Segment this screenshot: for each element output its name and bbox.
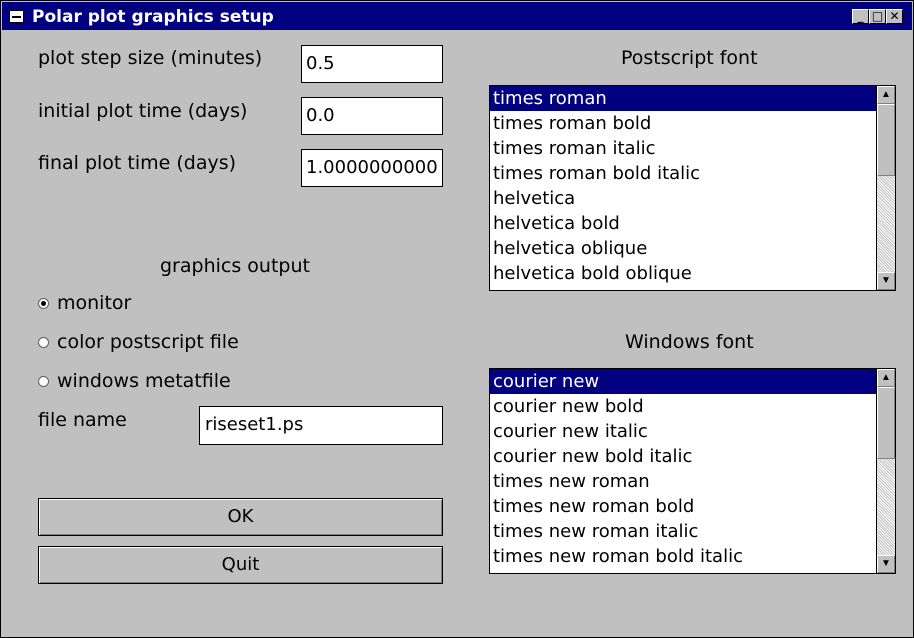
file-name-input[interactable]: riseset1.ps — [199, 406, 443, 445]
scroll-down-icon[interactable]: ▼ — [877, 272, 895, 290]
radio-color-postscript-label: color postscript file — [57, 331, 239, 353]
radio-monitor[interactable]: monitor — [38, 292, 131, 314]
radio-color-postscript[interactable]: color postscript file — [38, 331, 239, 353]
postscript-font-item[interactable]: times roman bold — [490, 111, 876, 136]
system-menu-icon[interactable] — [9, 10, 24, 23]
postscript-font-item[interactable]: helvetica — [490, 186, 876, 211]
scroll-thumb[interactable] — [877, 104, 895, 176]
close-button[interactable]: ✕ — [886, 9, 903, 24]
postscript-font-scrollbar[interactable]: ▲ ▼ — [876, 86, 895, 290]
final-time-input[interactable]: 1.0000000000 — [301, 149, 443, 187]
radio-windows-metafile[interactable]: windows metatfile — [38, 370, 231, 392]
windows-font-scrollbar[interactable]: ▲ ▼ — [876, 369, 895, 573]
scroll-up-icon[interactable]: ▲ — [877, 86, 895, 104]
graphics-output-heading: graphics output — [160, 255, 310, 277]
postscript-font-item[interactable]: times roman italic — [490, 136, 876, 161]
file-name-label: file name — [38, 409, 127, 431]
radio-checked-icon — [38, 298, 49, 309]
radio-unchecked-icon — [38, 376, 49, 387]
windows-font-item[interactable]: courier new bold italic — [490, 444, 876, 469]
windows-font-list[interactable]: courier new courier new bold courier new i… — [489, 368, 896, 574]
radio-monitor-label: monitor — [57, 292, 132, 314]
scroll-track[interactable] — [877, 459, 895, 555]
scroll-thumb[interactable] — [877, 387, 895, 459]
postscript-font-item[interactable]: helvetica bold oblique — [490, 261, 876, 286]
windows-font-item[interactable]: courier new bold — [490, 394, 876, 419]
postscript-font-heading: Postscript font — [621, 47, 758, 69]
step-size-input[interactable]: 0.5 — [301, 45, 443, 83]
dialog-window: Polar plot graphics setup _ □ ✕ plot ste… — [0, 0, 914, 638]
postscript-font-item[interactable]: helvetica oblique — [490, 236, 876, 261]
radio-windows-metafile-label: windows metatfile — [57, 370, 231, 392]
windows-font-item[interactable]: courier new — [490, 369, 876, 394]
step-size-label: plot step size (minutes) — [38, 47, 263, 69]
window-title: Polar plot graphics setup — [32, 7, 274, 27]
final-time-label: final plot time (days) — [38, 152, 237, 174]
postscript-font-list[interactable]: times roman times roman bold times roman i… — [489, 85, 896, 291]
postscript-font-item[interactable]: times roman bold italic — [490, 161, 876, 186]
quit-button[interactable]: Quit — [38, 546, 443, 584]
title-bar[interactable]: Polar plot graphics setup _ □ ✕ — [2, 2, 912, 30]
maximize-button[interactable]: □ — [869, 9, 886, 24]
minimize-button[interactable]: _ — [852, 9, 869, 24]
windows-font-item[interactable]: times new roman italic — [490, 519, 876, 544]
postscript-font-item[interactable]: helvetica bold — [490, 211, 876, 236]
windows-font-heading: Windows font — [625, 331, 754, 353]
windows-font-item[interactable]: times new roman bold — [490, 494, 876, 519]
scroll-up-icon[interactable]: ▲ — [877, 369, 895, 387]
windows-font-item[interactable]: courier new italic — [490, 419, 876, 444]
initial-time-label: initial plot time (days) — [38, 100, 248, 122]
ok-button[interactable]: OK — [38, 498, 443, 536]
initial-time-input[interactable]: 0.0 — [301, 97, 443, 135]
scroll-down-icon[interactable]: ▼ — [877, 555, 895, 573]
windows-font-item[interactable]: times new roman — [490, 469, 876, 494]
postscript-font-item[interactable]: times roman — [490, 86, 876, 111]
windows-font-item[interactable]: times new roman bold italic — [490, 544, 876, 569]
scroll-track[interactable] — [877, 176, 895, 272]
radio-unchecked-icon — [38, 337, 49, 348]
